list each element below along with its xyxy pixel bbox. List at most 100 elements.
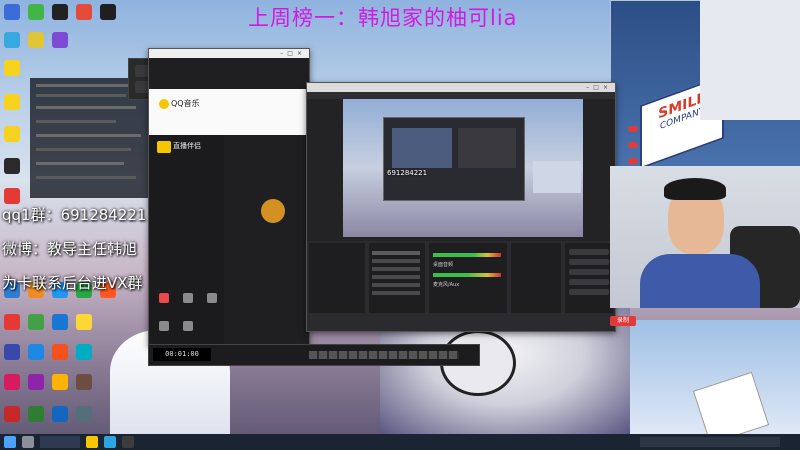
- desktop-icon[interactable]: [4, 188, 20, 204]
- exit-button[interactable]: [569, 289, 609, 295]
- webcam-person-shirt: [640, 254, 760, 308]
- source-item[interactable]: [372, 275, 420, 279]
- preview-webcam: [533, 161, 581, 193]
- sidebar-header: 直播伴侣: [173, 142, 201, 150]
- chat-line: [36, 120, 116, 123]
- desktop-icon[interactable]: [52, 32, 68, 48]
- sidebar-item-icon[interactable]: [183, 321, 193, 331]
- desktop-icon[interactable]: [100, 4, 116, 20]
- desktop-icon[interactable]: [76, 374, 92, 390]
- desktop-icon[interactable]: [52, 344, 68, 360]
- chat-line: [36, 134, 141, 137]
- desktop-icon[interactable]: [76, 406, 92, 422]
- mixer-label: 麦克风/Aux: [433, 282, 460, 288]
- overlay-contact: 为卡联系后台进VX群: [2, 274, 143, 292]
- taskbar-app[interactable]: [40, 436, 80, 448]
- mixer-label: 桌面音频: [433, 262, 454, 268]
- sidebar-item-icon[interactable]: [159, 321, 169, 331]
- window-controls[interactable]: –□×: [280, 49, 306, 58]
- desktop-icon[interactable]: [4, 344, 20, 360]
- desktop-icon[interactable]: [52, 374, 68, 390]
- taskbar: [0, 434, 800, 450]
- controls-dock: [565, 243, 613, 313]
- media-transport-buttons[interactable]: [309, 351, 459, 359]
- start-streaming-button[interactable]: [569, 249, 609, 255]
- taskbar-app-icon[interactable]: [122, 436, 134, 448]
- transitions-dock: [511, 243, 561, 313]
- stream-title: 上周榜一：韩旭家的柚可lia: [248, 6, 518, 30]
- start-recording-button[interactable]: [569, 259, 609, 265]
- record-button[interactable]: 录制: [610, 316, 636, 326]
- desktop-icon[interactable]: [52, 406, 68, 422]
- webcam-feed: [610, 166, 800, 308]
- wallpaper-poster-wall: [700, 0, 800, 120]
- desktop-icon[interactable]: [4, 60, 20, 76]
- desktop-icon[interactable]: [4, 32, 20, 48]
- overlay-qq-group: qq1群：691284221: [2, 206, 147, 224]
- desktop-icon[interactable]: [28, 314, 44, 330]
- desktop-icon[interactable]: [52, 314, 68, 330]
- desktop-icon[interactable]: [76, 344, 92, 360]
- mixer-meter: [433, 253, 501, 257]
- sidebar-item-icon[interactable]: [159, 293, 169, 303]
- desktop-icon[interactable]: [4, 374, 20, 390]
- window-controls[interactable]: –□×: [586, 83, 612, 92]
- desktop-icon[interactable]: [28, 4, 44, 20]
- qq-music-sidebar: 直播伴侣: [149, 135, 224, 345]
- obs-window: –□× 691284221 桌面音频 麦克风/Aux: [306, 82, 616, 332]
- chat-line: [36, 106, 136, 109]
- desktop-icon[interactable]: [4, 314, 20, 330]
- qq-music-window: –□× QQ音乐 直播伴侣: [148, 48, 310, 346]
- chat-line: [36, 94, 126, 97]
- mixer-meter: [433, 273, 501, 277]
- live-companion-icon: [157, 141, 171, 153]
- taskbar-app-icon[interactable]: [104, 436, 116, 448]
- desktop-icon[interactable]: [76, 314, 92, 330]
- desktop-icon[interactable]: [4, 4, 20, 20]
- toggle-icon[interactable]: [628, 158, 638, 164]
- chat-line: [36, 176, 136, 179]
- scenes-dock: [309, 243, 365, 313]
- source-item[interactable]: [372, 291, 420, 295]
- search-icon[interactable]: [22, 436, 34, 448]
- desktop-icon[interactable]: [52, 4, 68, 20]
- studio-mode-button[interactable]: [569, 269, 609, 275]
- sidebar-item-icon[interactable]: [207, 293, 217, 303]
- source-item[interactable]: [372, 259, 420, 263]
- toggle-icon[interactable]: [628, 142, 638, 148]
- chat-line: [36, 148, 131, 151]
- sidebar-item-icon[interactable]: [183, 293, 193, 303]
- preview-nested-panel: [458, 128, 516, 168]
- sources-dock: [369, 243, 425, 313]
- overlay-weibo: 微博：教导主任韩旭: [2, 240, 138, 258]
- qq-music-logo-icon: [159, 99, 169, 109]
- toggle-icon[interactable]: [628, 126, 638, 132]
- desktop-icon[interactable]: [4, 406, 20, 422]
- source-item[interactable]: [372, 283, 420, 287]
- obs-menubar: [307, 92, 615, 99]
- start-button-icon[interactable]: [4, 436, 16, 448]
- obs-docks: 桌面音频 麦克风/Aux: [307, 241, 615, 331]
- desktop-icon[interactable]: [28, 344, 44, 360]
- desktop-icon[interactable]: [4, 158, 20, 174]
- desktop-icon[interactable]: [28, 32, 44, 48]
- obs-preview[interactable]: 691284221: [343, 99, 583, 237]
- desktop-icon[interactable]: [28, 374, 44, 390]
- audio-mixer-dock: 桌面音频 麦克风/Aux: [429, 243, 507, 313]
- settings-button[interactable]: [569, 279, 609, 285]
- system-tray[interactable]: [640, 437, 780, 447]
- obs-titlebar: –□×: [307, 83, 615, 92]
- media-player-strip: 00:01:00: [148, 344, 480, 366]
- webcam-person-hair: [664, 178, 726, 200]
- preview-nested-obs: [383, 117, 525, 201]
- desktop-icon[interactable]: [4, 94, 20, 110]
- desktop-icon[interactable]: [28, 406, 44, 422]
- qq-music-header: QQ音乐: [149, 89, 309, 135]
- source-item[interactable]: [372, 251, 420, 255]
- center-action-button[interactable]: [261, 199, 285, 223]
- qq-music-brand: QQ音乐: [171, 99, 200, 108]
- source-item[interactable]: [372, 267, 420, 271]
- desktop-icon[interactable]: [4, 126, 20, 142]
- desktop-icon[interactable]: [76, 4, 92, 20]
- taskbar-app-icon[interactable]: [86, 436, 98, 448]
